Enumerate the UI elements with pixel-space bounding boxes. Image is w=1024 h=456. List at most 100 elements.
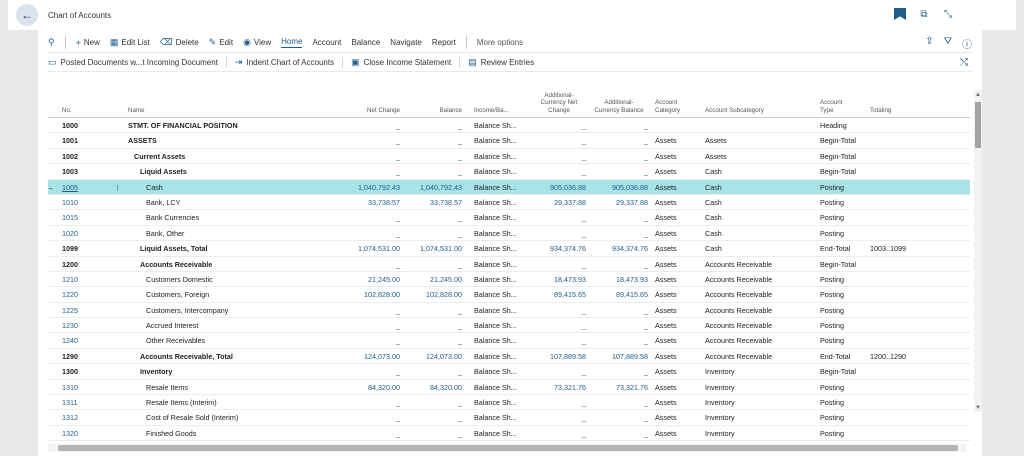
cell-acyb[interactable]: _	[590, 429, 648, 438]
posted-documents-action[interactable]: ▭ Posted Documents w...t Incoming Documen…	[48, 56, 227, 68]
cell-net[interactable]: 102,828.00	[348, 290, 400, 299]
edit-list-button[interactable]: ▦ Edit List	[110, 37, 150, 48]
cell-net[interactable]: 33,738.57	[348, 198, 400, 207]
table-row[interactable]: 1312 Cost of Resale Sold (Interim) _ _ Balan…	[48, 410, 970, 426]
scroll-down-icon[interactable]: ▼	[975, 405, 981, 411]
cell-net[interactable]: _	[348, 260, 400, 269]
cell-acyb[interactable]: 905,036.88	[590, 183, 648, 192]
cell-acyb[interactable]: _	[590, 321, 648, 330]
cell-acyb[interactable]: _	[590, 260, 648, 269]
cell-acyn[interactable]: 107,889.58	[532, 352, 586, 361]
cell-bal[interactable]: _	[410, 121, 462, 130]
cell-net[interactable]: 84,320.00	[348, 383, 400, 392]
cell-bal[interactable]: _	[410, 167, 462, 176]
horizontal-scrollbar[interactable]	[48, 444, 966, 452]
cell-acyn[interactable]: _	[532, 367, 586, 376]
cell-acyb[interactable]: 934,374.76	[590, 244, 648, 253]
close-income-statement-action[interactable]: ▣ Close Income Statement	[351, 56, 461, 68]
cell-acyn[interactable]: 905,036.88	[532, 183, 586, 192]
account-no-cell[interactable]: 1320	[62, 429, 78, 438]
cell-net[interactable]: _	[348, 321, 400, 330]
tab-balance[interactable]: Balance	[351, 38, 380, 47]
cell-acyn[interactable]: 18,473.93	[532, 275, 586, 284]
cell-bal[interactable]: _	[410, 321, 462, 330]
cell-bal[interactable]: _	[410, 152, 462, 161]
account-no-cell[interactable]: 1020	[62, 229, 78, 238]
table-row[interactable]: 1020 Bank, Other _ _ Balance Sh... _ _ Assets Ca…	[48, 226, 970, 242]
cell-net[interactable]: _	[348, 398, 400, 407]
cell-acyn[interactable]: _	[532, 306, 586, 315]
review-entries-action[interactable]: ▤ Review Entries	[468, 57, 542, 68]
tab-account[interactable]: Account	[312, 38, 341, 47]
cell-bal[interactable]: 84,320.00	[410, 383, 462, 392]
cell-bal[interactable]: 102,828.00	[410, 290, 462, 299]
account-no-cell[interactable]: 1290	[62, 352, 78, 361]
table-row[interactable]: 1099 Liquid Assets, Total 1,074,531.00 1,07…	[48, 241, 970, 257]
cell-acyb[interactable]: 89,415.65	[590, 290, 648, 299]
cell-bal[interactable]: _	[410, 398, 462, 407]
cell-acyn[interactable]: 29,337.88	[532, 198, 586, 207]
table-row[interactable]: 1015 Bank Currencies _ _ Balance Sh... _ _ Asse…	[48, 210, 970, 226]
edit-button[interactable]: ✎ Edit	[209, 37, 233, 48]
cell-acyb[interactable]: 18,473.93	[590, 275, 648, 284]
table-row[interactable]: 1220 Customers, Foreign 102,828.00 102,828.…	[48, 287, 970, 303]
view-button[interactable]: ◉ View	[243, 37, 271, 48]
bookmark-icon[interactable]	[894, 8, 906, 20]
column-header-net-change[interactable]: Net Change	[348, 107, 400, 115]
account-no-cell[interactable]: 1001	[62, 136, 78, 145]
cell-acyb[interactable]: _	[590, 398, 648, 407]
cell-acyn[interactable]: 89,415.65	[532, 290, 586, 299]
cell-net[interactable]: _	[348, 167, 400, 176]
column-header-income-balance[interactable]: Income/Ba...	[474, 107, 509, 115]
cell-acyn[interactable]: _	[532, 398, 586, 407]
cell-acyn[interactable]: _	[532, 152, 586, 161]
cell-bal[interactable]: _	[410, 336, 462, 345]
cell-acyn[interactable]: _	[532, 167, 586, 176]
column-header-category[interactable]: Account Category	[655, 99, 680, 114]
column-header-acy-balance[interactable]: Additional- Currency Balance	[590, 99, 648, 114]
table-row[interactable]: → ⋮ 1005 Cash 1,040,792.43 1,040,792.43 Balanc…	[48, 179, 970, 195]
account-no-cell[interactable]: 1099	[62, 244, 78, 253]
cell-acyn[interactable]: _	[532, 229, 586, 238]
cell-net[interactable]: _	[348, 121, 400, 130]
column-header-subcategory[interactable]: Account Subcategory	[705, 107, 764, 115]
cell-acyb[interactable]: _	[590, 121, 648, 130]
filter-icon[interactable]: ⛛	[944, 36, 952, 51]
vertical-scrollbar[interactable]: ▲ ▼	[974, 90, 982, 412]
table-row[interactable]: 1010 Bank, LCY 33,738.57 33,738.57 Balance S…	[48, 195, 970, 211]
cell-acyn[interactable]: _	[532, 213, 586, 222]
cell-net[interactable]: _	[348, 413, 400, 422]
cell-acyn[interactable]: _	[532, 429, 586, 438]
search-button[interactable]: ⚲	[48, 37, 55, 48]
table-row[interactable]: 1311 Resale Items (Interim) _ _ Balance Sh..…	[48, 395, 970, 411]
cell-acyb[interactable]: _	[590, 413, 648, 422]
cell-bal[interactable]: 124,073.00	[410, 352, 462, 361]
column-header-totaling[interactable]: Totaling	[870, 107, 891, 115]
cell-bal[interactable]: _	[410, 260, 462, 269]
cell-net[interactable]: _	[348, 152, 400, 161]
account-no-cell[interactable]: 1225	[62, 306, 78, 315]
cell-acyb[interactable]: _	[590, 306, 648, 315]
cell-acyb[interactable]: 73,321.76	[590, 383, 648, 392]
cell-bal[interactable]: _	[410, 213, 462, 222]
cell-net[interactable]: _	[348, 429, 400, 438]
cell-acyn[interactable]: 73,321.76	[532, 383, 586, 392]
account-no-cell[interactable]: 1230	[62, 321, 78, 330]
table-row[interactable]: 1310 Resale Items 84,320.00 84,320.00 Balanc…	[48, 380, 970, 396]
cell-net[interactable]: _	[348, 367, 400, 376]
open-new-window-icon[interactable]: ⧉	[918, 8, 930, 20]
cell-bal[interactable]: 21,245.00	[410, 275, 462, 284]
cell-acyb[interactable]: _	[590, 152, 648, 161]
cell-bal[interactable]: 33,738.57	[410, 198, 462, 207]
account-no-cell[interactable]: 1311	[62, 398, 77, 407]
column-header-type[interactable]: Account Type	[820, 99, 842, 114]
account-no-cell[interactable]: 1300	[62, 367, 78, 376]
cell-acyn[interactable]: _	[532, 321, 586, 330]
cell-acyn[interactable]: _	[532, 136, 586, 145]
table-row[interactable]: 1225 Customers, Intercompany _ _ Balance Sh.…	[48, 303, 970, 319]
more-options-button[interactable]: More options	[477, 38, 523, 47]
cell-bal[interactable]: _	[410, 413, 462, 422]
personalize-icon[interactable]: ⤭	[960, 57, 968, 68]
cell-bal[interactable]: _	[410, 367, 462, 376]
account-no-cell[interactable]: 1200	[62, 260, 78, 269]
